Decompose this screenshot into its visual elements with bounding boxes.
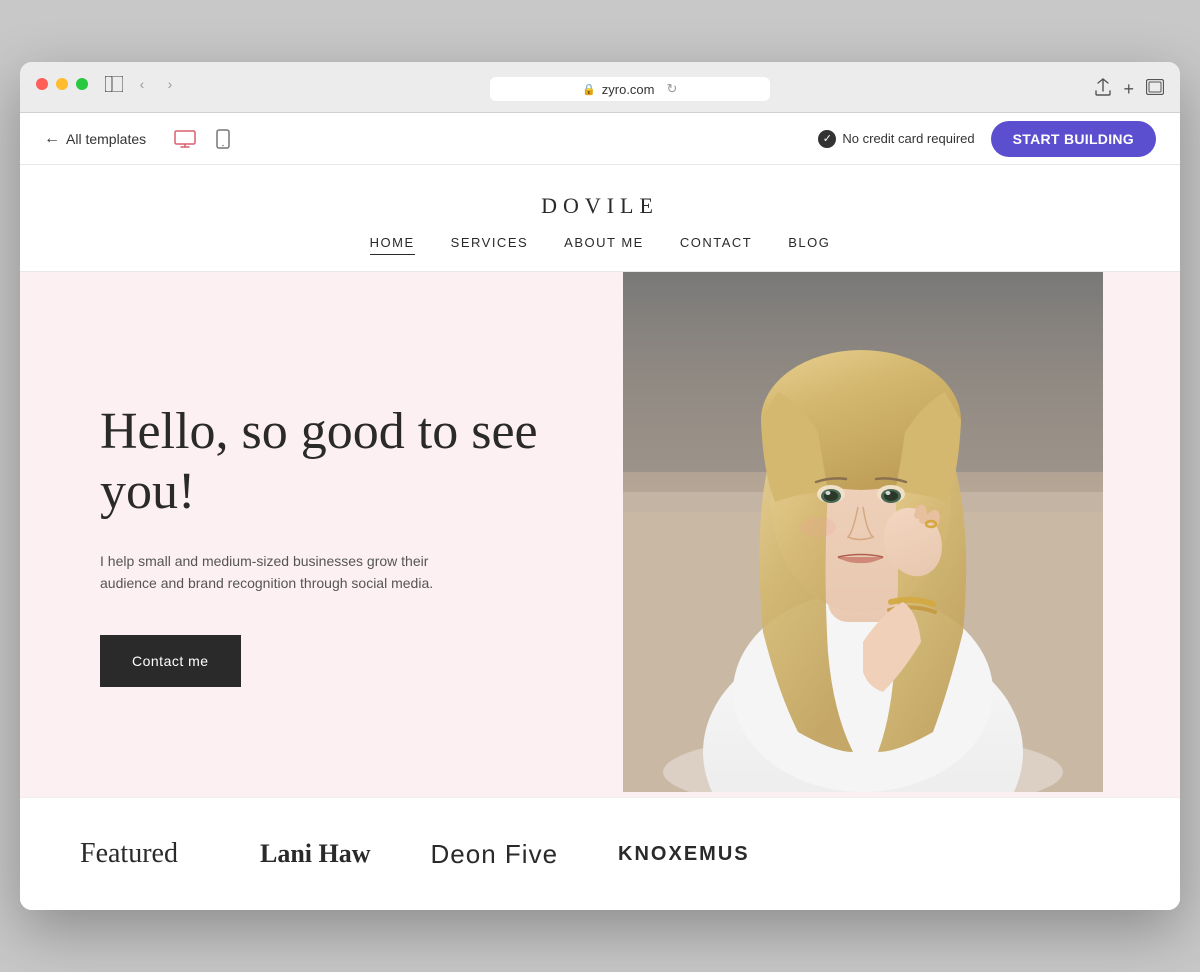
all-templates-label: All templates bbox=[66, 131, 146, 147]
nav-item-services[interactable]: SERVICES bbox=[451, 235, 529, 255]
sidebar-toggle-icon[interactable] bbox=[104, 75, 124, 93]
checkmark-icon: ✓ bbox=[818, 130, 836, 148]
new-tab-icon[interactable]: + bbox=[1123, 79, 1134, 100]
browser-window: ‹ › 🔒 zyro.com ↻ + bbox=[20, 62, 1180, 910]
hero-title: Hello, so good to see you! bbox=[100, 402, 563, 522]
nav-item-contact[interactable]: CONTACT bbox=[680, 235, 752, 255]
address-bar-wrapper: 🔒 zyro.com ↻ bbox=[180, 77, 1079, 101]
nav-item-blog[interactable]: BLOG bbox=[788, 235, 830, 255]
site-nav: HOME SERVICES ABOUT ME CONTACT BLOG bbox=[20, 235, 1180, 271]
toolbar-left: ← All templates bbox=[44, 125, 234, 153]
featured-label: Featured bbox=[80, 838, 200, 870]
featured-logo-deon-five: Deon Five bbox=[431, 839, 559, 870]
browser-actions: + bbox=[1095, 78, 1164, 101]
toolbar-right: ✓ No credit card required START BUILDING bbox=[818, 121, 1156, 157]
traffic-light-green[interactable] bbox=[76, 78, 88, 90]
browser-forward-icon[interactable]: › bbox=[160, 74, 180, 94]
website-preview: DOVILE HOME SERVICES ABOUT ME CONTACT BL… bbox=[20, 165, 1180, 910]
hero-content: Hello, so good to see you! I help small … bbox=[20, 272, 623, 797]
lock-icon: 🔒 bbox=[582, 83, 596, 96]
featured-logos: Lani Haw Deon Five KNOXEMUS bbox=[260, 839, 750, 870]
featured-logo-lani-haw: Lani Haw bbox=[260, 839, 371, 869]
no-credit-card-label: No credit card required bbox=[842, 131, 974, 146]
no-credit-card-badge: ✓ No credit card required bbox=[818, 130, 974, 148]
hero-subtitle: I help small and medium-sized businesses… bbox=[100, 550, 440, 595]
tabs-overview-icon[interactable] bbox=[1146, 79, 1164, 100]
reload-icon[interactable]: ↻ bbox=[667, 81, 678, 97]
mobile-view-button[interactable] bbox=[212, 125, 234, 153]
traffic-light-red[interactable] bbox=[36, 78, 48, 90]
featured-section: Featured Lani Haw Deon Five KNOXEMUS bbox=[20, 797, 1180, 910]
browser-back-icon[interactable]: ‹ bbox=[132, 74, 152, 94]
browser-controls: ‹ › bbox=[36, 74, 180, 94]
featured-logo-knoxemus: KNOXEMUS bbox=[618, 843, 750, 866]
address-bar[interactable]: 🔒 zyro.com ↻ bbox=[490, 77, 770, 101]
start-building-button[interactable]: START BUILDING bbox=[991, 121, 1156, 157]
site-header: DOVILE HOME SERVICES ABOUT ME CONTACT BL… bbox=[20, 165, 1180, 271]
site-brand: DOVILE bbox=[20, 193, 1180, 219]
browser-chrome: ‹ › 🔒 zyro.com ↻ + bbox=[20, 62, 1180, 113]
app-toolbar: ← All templates bbox=[20, 113, 1180, 165]
nav-item-about[interactable]: ABOUT ME bbox=[564, 235, 644, 255]
nav-item-home[interactable]: HOME bbox=[370, 235, 415, 255]
url-text: zyro.com bbox=[602, 82, 655, 97]
share-icon[interactable] bbox=[1095, 78, 1111, 101]
hero-section: Hello, so good to see you! I help small … bbox=[20, 272, 1180, 797]
hero-image bbox=[623, 272, 1180, 797]
traffic-light-yellow[interactable] bbox=[56, 78, 68, 90]
hero-photo-svg bbox=[623, 272, 1103, 792]
desktop-view-button[interactable] bbox=[170, 126, 200, 152]
all-templates-link[interactable]: ← All templates bbox=[44, 130, 146, 148]
back-arrow-icon: ← bbox=[44, 130, 60, 148]
device-switcher bbox=[170, 125, 234, 153]
contact-me-button[interactable]: Contact me bbox=[100, 635, 241, 687]
